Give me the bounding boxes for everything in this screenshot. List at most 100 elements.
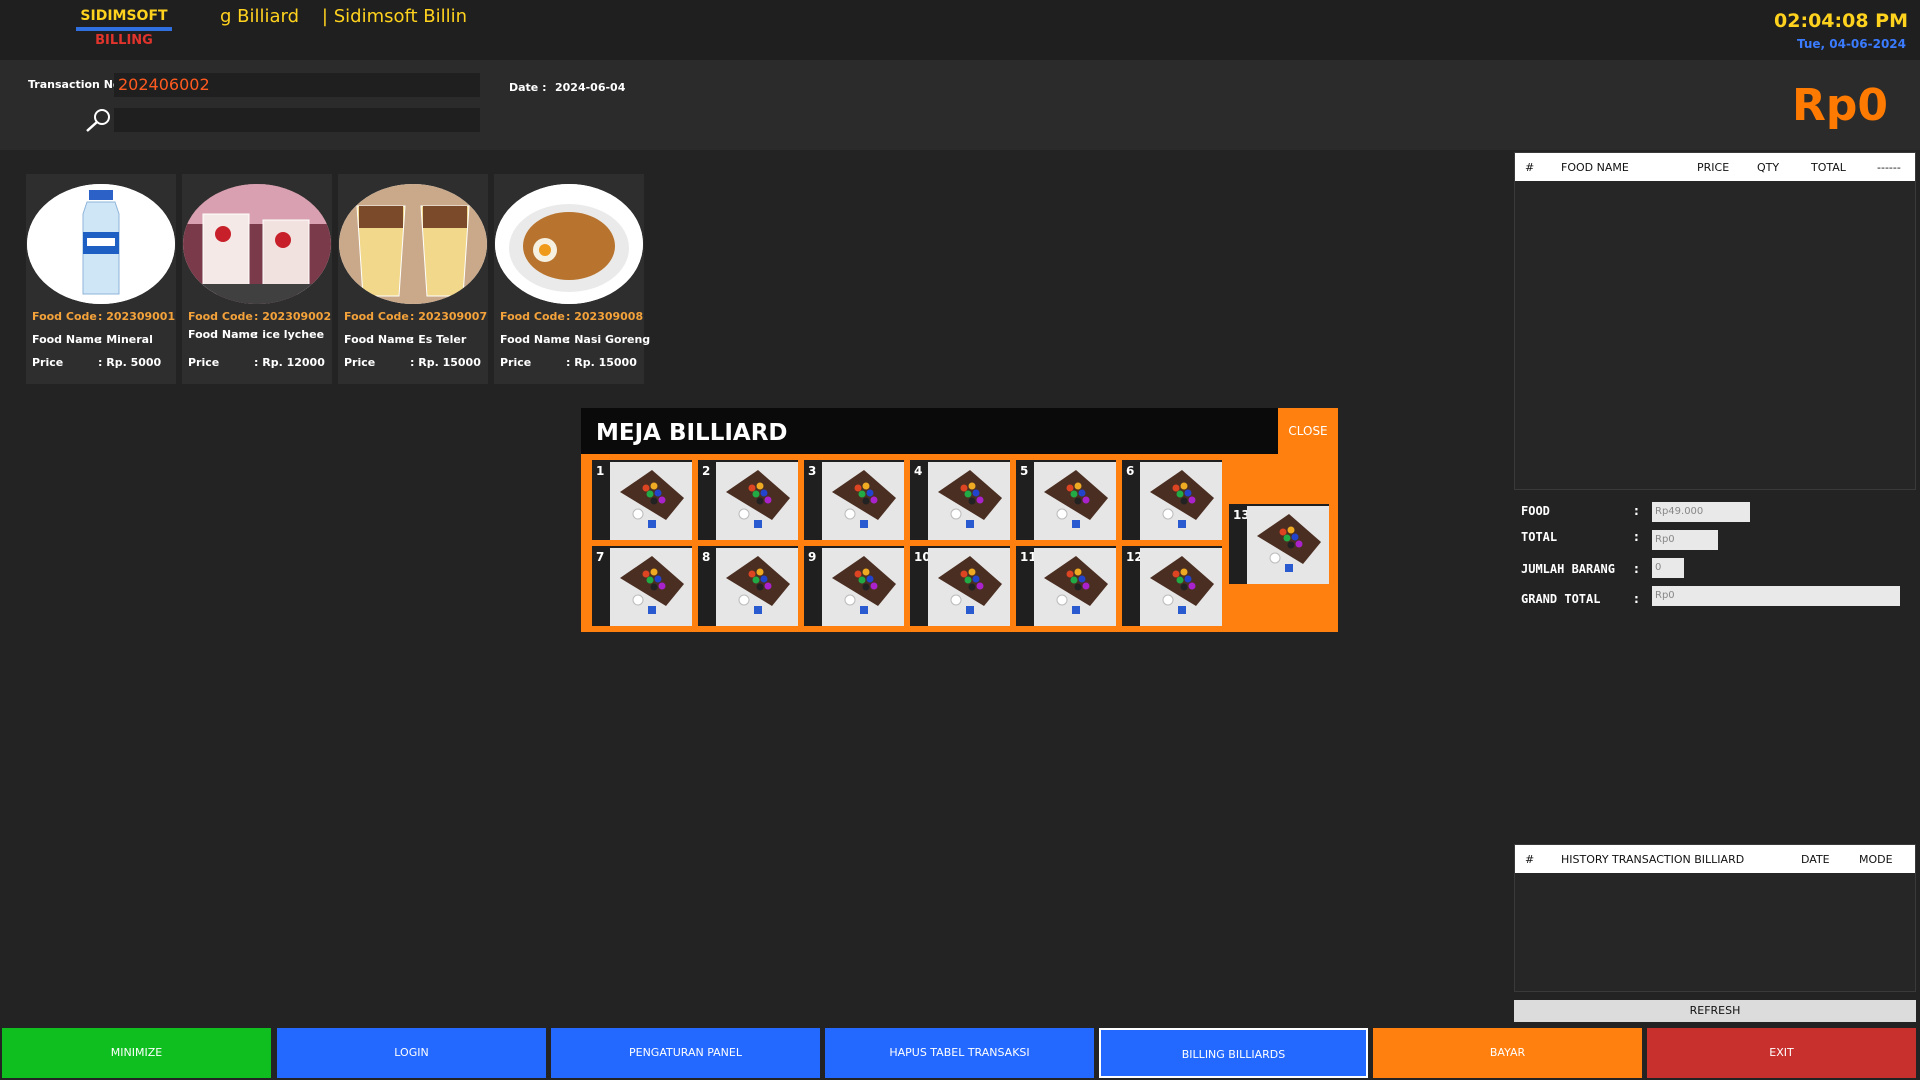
- hapus-tabel-transaksi-button[interactable]: HAPUS TABEL TRANSAKSI: [825, 1028, 1094, 1078]
- food-price-line: Price: Rp. 15000: [344, 356, 481, 369]
- billiard-table-icon: [1140, 462, 1222, 540]
- food-price-label: Price: [32, 356, 64, 369]
- food-total-field[interactable]: Rp49.000: [1652, 502, 1750, 522]
- food-code-value: : 202309008: [566, 310, 644, 323]
- food-name-label: Food Name: [32, 333, 102, 346]
- billiard-table-number: 5: [1020, 464, 1029, 478]
- billing-billiards-button[interactable]: BILLING BILLIARDS: [1099, 1028, 1368, 1078]
- food-name-line: Food Name: ice lychee: [188, 328, 324, 341]
- exit-button[interactable]: EXIT: [1647, 1028, 1916, 1078]
- login-button[interactable]: LOGIN: [277, 1028, 546, 1078]
- close-button[interactable]: CLOSE: [1278, 408, 1338, 454]
- app-header: SIDIMSOFT BILLING g Billiard | Sidimsoft…: [0, 0, 1920, 60]
- jumlah-colon: :: [1634, 562, 1639, 576]
- food-name-label: Food Name: [188, 328, 258, 341]
- food-name-line: Food Name: Mineral: [32, 333, 153, 346]
- total-colon: :: [1634, 530, 1639, 544]
- food-card-ice-lychee[interactable]: Food Code: 202309002 Food Name: ice lych…: [182, 174, 332, 384]
- food-code-line: Food Code: 202309007: [344, 310, 487, 323]
- transaction-number-field[interactable]: 202406002: [114, 73, 480, 97]
- logo-top-text: SIDIMSOFT: [76, 8, 172, 31]
- cart-col-food-name: FOOD NAME: [1561, 161, 1629, 174]
- billiard-table-13[interactable]: 13: [1229, 504, 1329, 584]
- food-code-value: : 202309001: [98, 310, 176, 323]
- food-name-line: Food Name: Es Teler: [344, 333, 466, 346]
- food-price-value: : Rp. 15000: [566, 356, 637, 369]
- food-code-line: Food Code: 202309002: [188, 310, 331, 323]
- billiard-table-icon: [928, 462, 1010, 540]
- billiard-table-icon: [928, 548, 1010, 626]
- history-header-row: # HISTORY TRANSACTION BILLIARD DATE MODE: [1515, 845, 1915, 873]
- food-price-line: Price : Rp. 15000: [500, 356, 637, 369]
- food-name-value: : Es Teler: [410, 333, 467, 346]
- food-name-value: : Mineral: [98, 333, 153, 346]
- cart-header-row: # FOOD NAME PRICE QTY TOTAL ------: [1515, 153, 1915, 181]
- billiard-table-icon: [822, 462, 904, 540]
- modal-header: MEJA BILLIARD: [581, 408, 1278, 454]
- marquee-text: g Billiard | Sidimsoft Billin: [220, 6, 468, 27]
- food-code-line: Food Code: 202309001: [32, 310, 175, 323]
- grand-total-field[interactable]: Rp0: [1652, 586, 1900, 606]
- billiard-table-3[interactable]: 3: [804, 460, 904, 540]
- billiard-table-8[interactable]: 8: [698, 546, 798, 626]
- food-code-label: Food Code: [32, 310, 97, 323]
- minimize-button[interactable]: MINIMIZE: [2, 1028, 271, 1078]
- logo-bottom-text: BILLING: [95, 33, 153, 48]
- billiard-table-icon: [1034, 548, 1116, 626]
- bayar-button[interactable]: BAYAR: [1373, 1028, 1642, 1078]
- clock: 02:04:08 PM: [1774, 10, 1908, 32]
- food-colon: :: [1634, 504, 1639, 518]
- billiard-table-1[interactable]: 1: [592, 460, 692, 540]
- billiard-table-4[interactable]: 4: [910, 460, 1010, 540]
- food-card-es-teler[interactable]: Food Code: 202309007 Food Name: Es Teler…: [338, 174, 488, 384]
- billiard-table-11[interactable]: 11: [1016, 546, 1116, 626]
- cart-col-action: ------: [1877, 161, 1901, 174]
- food-code-label: Food Code: [500, 310, 565, 323]
- billiard-table-number: 2: [702, 464, 711, 478]
- jumlah-barang-label: JUMLAH BARANG: [1521, 562, 1615, 576]
- food-price-label: Price: [188, 356, 220, 369]
- history-col-transaction: HISTORY TRANSACTION BILLIARD: [1561, 853, 1745, 866]
- food-code-value: : 202309007: [410, 310, 488, 323]
- billiard-table-icon: [610, 462, 692, 540]
- search-icon[interactable]: [84, 106, 114, 134]
- billiard-table-icon: [1247, 506, 1329, 584]
- food-price-value: : Rp. 15000: [410, 356, 481, 369]
- history-col-date: DATE: [1801, 853, 1830, 866]
- food-card-nasi-goreng[interactable]: Food Code: 202309008 Food Name: Nasi Gor…: [494, 174, 650, 384]
- cart-table: # FOOD NAME PRICE QTY TOTAL ------: [1514, 152, 1916, 490]
- food-name-label: Food Name: [500, 333, 570, 346]
- food-code-line: Food Code: 202309008: [500, 310, 643, 323]
- billiard-table-10[interactable]: 10: [910, 546, 1010, 626]
- cart-col-number: #: [1525, 161, 1535, 174]
- food-image-mineral: [27, 184, 175, 304]
- cart-col-price: PRICE: [1697, 161, 1730, 174]
- date-value: 2024-06-04: [555, 81, 626, 94]
- billiard-table-number: 6: [1126, 464, 1135, 478]
- transaction-label: Transaction No: [28, 78, 121, 91]
- billiard-table-number: 9: [808, 550, 817, 564]
- search-input[interactable]: [114, 108, 480, 132]
- billiard-table-7[interactable]: 7: [592, 546, 692, 626]
- food-card-mineral[interactable]: Food Code: 202309001 Food Name: Mineral …: [26, 174, 176, 384]
- refresh-button[interactable]: REFRESH: [1514, 1000, 1916, 1022]
- billiard-table-icon: [610, 548, 692, 626]
- food-price-label: Price: [500, 356, 532, 369]
- modal-title: MEJA BILLIARD: [596, 420, 788, 446]
- billiard-table-2[interactable]: 2: [698, 460, 798, 540]
- billiard-table-6[interactable]: 6: [1122, 460, 1222, 540]
- pengaturan-panel-button[interactable]: PENGATURAN PANEL: [551, 1028, 820, 1078]
- history-col-number: #: [1525, 853, 1535, 866]
- billiard-table-icon: [1140, 548, 1222, 626]
- food-price-line: Price : Rp. 5000: [32, 356, 161, 369]
- total-field[interactable]: Rp0: [1652, 530, 1718, 550]
- food-label: FOOD: [1521, 504, 1550, 518]
- billiard-table-5[interactable]: 5: [1016, 460, 1116, 540]
- total-label: TOTAL: [1521, 530, 1558, 544]
- jumlah-barang-field[interactable]: 0: [1652, 558, 1684, 578]
- food-price-line: Price: Rp. 12000: [188, 356, 325, 369]
- food-price-value: : Rp. 5000: [98, 356, 162, 369]
- billiard-table-9[interactable]: 9: [804, 546, 904, 626]
- billiard-table-12[interactable]: 12: [1122, 546, 1222, 626]
- billiard-table-number: 1: [596, 464, 605, 478]
